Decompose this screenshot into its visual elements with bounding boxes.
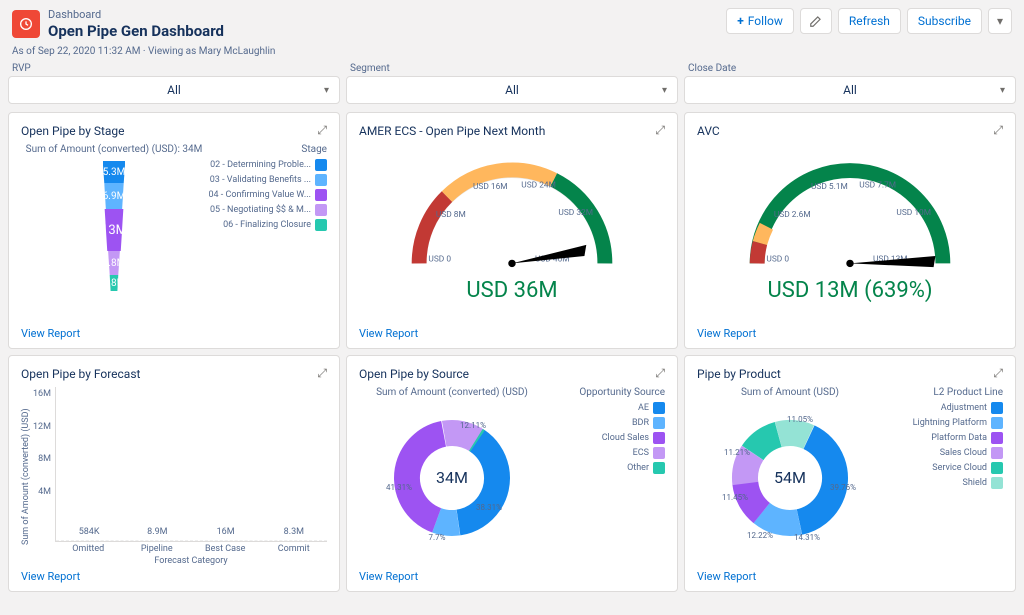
filter-select-segment[interactable]: All▾	[346, 76, 678, 104]
svg-text:USD 0: USD 0	[766, 255, 789, 265]
view-report-link[interactable]: View Report	[697, 570, 1003, 583]
gauge-value: USD 13M (639%)	[767, 278, 932, 303]
donut-subtitle: Sum of Amount (USD)	[741, 387, 839, 398]
svg-text:11.21%: 11.21%	[724, 448, 750, 457]
card-title: Pipe by Product	[697, 367, 781, 381]
edit-button[interactable]	[800, 8, 832, 34]
svg-text:USD 2.6M: USD 2.6M	[774, 210, 811, 220]
funnel-chart: 5.3M 6.9M 13M 5.8M 2.8M	[49, 161, 179, 291]
svg-text:39.76%: 39.76%	[830, 483, 856, 492]
refresh-button[interactable]: Refresh	[838, 8, 901, 34]
svg-text:41.31%: 41.31%	[386, 483, 412, 492]
donut-legend: Opportunity Source AE BDR Cloud Sales EC…	[545, 387, 665, 566]
y-axis: 16M12M8M4M	[33, 387, 55, 537]
bar-chart: 584K 8.9M 16M 8.3M	[55, 387, 327, 542]
svg-text:12.11%: 12.11%	[460, 421, 486, 430]
funnel-seg: 6.9M	[103, 183, 126, 209]
expand-icon[interactable]: ⤢	[317, 123, 327, 138]
gauge-value: USD 36M	[466, 278, 557, 303]
card-pipe-by-product: Pipe by Product ⤢ Sum of Amount (USD) 54M…	[684, 355, 1016, 592]
svg-text:USD 24M: USD 24M	[521, 180, 556, 190]
x-axis: OmittedPipelineBest CaseCommit	[55, 542, 327, 554]
dashboard-icon	[12, 10, 40, 38]
filter-select-closedate[interactable]: All▾	[684, 76, 1016, 104]
svg-text:USD 16M: USD 16M	[473, 182, 508, 192]
filter-label-segment: Segment	[350, 63, 674, 74]
funnel-seg: 5.3M	[103, 161, 126, 183]
follow-button[interactable]: +Follow	[726, 8, 794, 34]
svg-text:7.7%: 7.7%	[429, 533, 446, 542]
y-axis-label: Sum of Amount (converted) (USD)	[21, 387, 31, 566]
svg-text:11.45%: 11.45%	[722, 493, 748, 502]
expand-icon[interactable]: ⤢	[993, 366, 1003, 381]
more-actions-button[interactable]: ▾	[988, 8, 1012, 34]
gauge-chart: USD 0 USD 2.6M USD 5.1M USD 7.7M USD 10M…	[720, 152, 980, 282]
svg-text:38.31%: 38.31%	[476, 503, 502, 512]
funnel-legend: Stage 02 - Determining Proble... 03 - Va…	[207, 144, 327, 323]
funnel-seg: 13M	[101, 209, 127, 251]
chevron-down-icon: ▾	[324, 85, 329, 96]
donut-chart: 34M 12.11% 38.31% 7.7% 41.31%	[377, 400, 527, 550]
svg-text:34M: 34M	[436, 468, 468, 487]
page-title: Open Pipe Gen Dashboard	[48, 22, 224, 40]
svg-text:11.05%: 11.05%	[787, 415, 813, 424]
svg-text:12.22%: 12.22%	[747, 531, 773, 540]
view-report-link[interactable]: View Report	[359, 570, 665, 583]
card-title: Open Pipe by Stage	[21, 124, 125, 138]
card-title: Open Pipe by Forecast	[21, 367, 140, 381]
svg-text:USD 8M: USD 8M	[436, 210, 466, 220]
svg-text:USD 5.1M: USD 5.1M	[811, 182, 848, 192]
funnel-seg: 5.8M	[103, 251, 126, 275]
svg-text:USD 0: USD 0	[428, 255, 451, 265]
svg-text:USD 7.7M: USD 7.7M	[859, 180, 896, 190]
svg-text:USD 10M: USD 10M	[896, 208, 931, 218]
expand-icon[interactable]: ⤢	[317, 366, 327, 381]
page-header: Dashboard Open Pipe Gen Dashboard +Follo…	[0, 0, 1024, 46]
view-report-link[interactable]: View Report	[21, 570, 327, 583]
card-open-pipe-by-forecast: Open Pipe by Forecast ⤢ Sum of Amount (co…	[8, 355, 340, 592]
svg-text:54M: 54M	[774, 468, 806, 487]
gauge-chart: USD 0 USD 8M USD 16M USD 24M USD 32M USD…	[382, 152, 642, 282]
chevron-down-icon: ▾	[1000, 85, 1005, 96]
card-avc: AVC ⤢ USD 0 USD 2.6M USD 5.1M USD 7.7M US…	[684, 112, 1016, 349]
filter-label-closedate: Close Date	[688, 63, 1012, 74]
dashboard-grid: Open Pipe by Stage ⤢ Sum of Amount (conve…	[0, 112, 1024, 592]
chevron-down-icon: ▾	[662, 85, 667, 96]
donut-chart: 54M 11.05% 39.76% 14.31% 12.22% 11.45% 1…	[715, 400, 865, 550]
funnel-seg: 2.8M	[103, 275, 126, 291]
x-axis-label: Forecast Category	[55, 556, 327, 566]
expand-icon[interactable]: ⤢	[655, 366, 665, 381]
header-actions: +Follow Refresh Subscribe ▾	[726, 8, 1012, 34]
svg-text:USD 32M: USD 32M	[558, 208, 593, 218]
card-open-pipe-next-month: AMER ECS - Open Pipe Next Month ⤢ USD 0 U…	[346, 112, 678, 349]
view-report-link[interactable]: View Report	[21, 327, 327, 340]
filter-bar: RVP All▾ Segment All▾ Close Date All▾	[0, 63, 1024, 112]
card-title: AMER ECS - Open Pipe Next Month	[359, 124, 545, 138]
subscribe-button[interactable]: Subscribe	[907, 8, 982, 34]
view-report-link[interactable]: View Report	[697, 327, 1003, 340]
expand-icon[interactable]: ⤢	[993, 123, 1003, 138]
subheader: As of Sep 22, 2020 11:32 AM · Viewing as…	[0, 46, 1024, 63]
svg-text:14.31%: 14.31%	[794, 533, 820, 542]
card-open-pipe-by-stage: Open Pipe by Stage ⤢ Sum of Amount (conve…	[8, 112, 340, 349]
card-title: AVC	[697, 124, 720, 138]
filter-select-rvp[interactable]: All▾	[8, 76, 340, 104]
view-report-link[interactable]: View Report	[359, 327, 665, 340]
card-title: Open Pipe by Source	[359, 367, 469, 381]
breadcrumb: Dashboard	[48, 8, 224, 21]
card-open-pipe-by-source: Open Pipe by Source ⤢ Sum of Amount (conv…	[346, 355, 678, 592]
donut-subtitle: Sum of Amount (converted) (USD)	[376, 387, 528, 398]
funnel-subtitle: Sum of Amount (converted) (USD): 34M	[26, 144, 203, 155]
expand-icon[interactable]: ⤢	[655, 123, 665, 138]
donut-legend: L2 Product Line Adjustment Lightning Pla…	[883, 387, 1003, 566]
filter-label-rvp: RVP	[12, 63, 336, 74]
